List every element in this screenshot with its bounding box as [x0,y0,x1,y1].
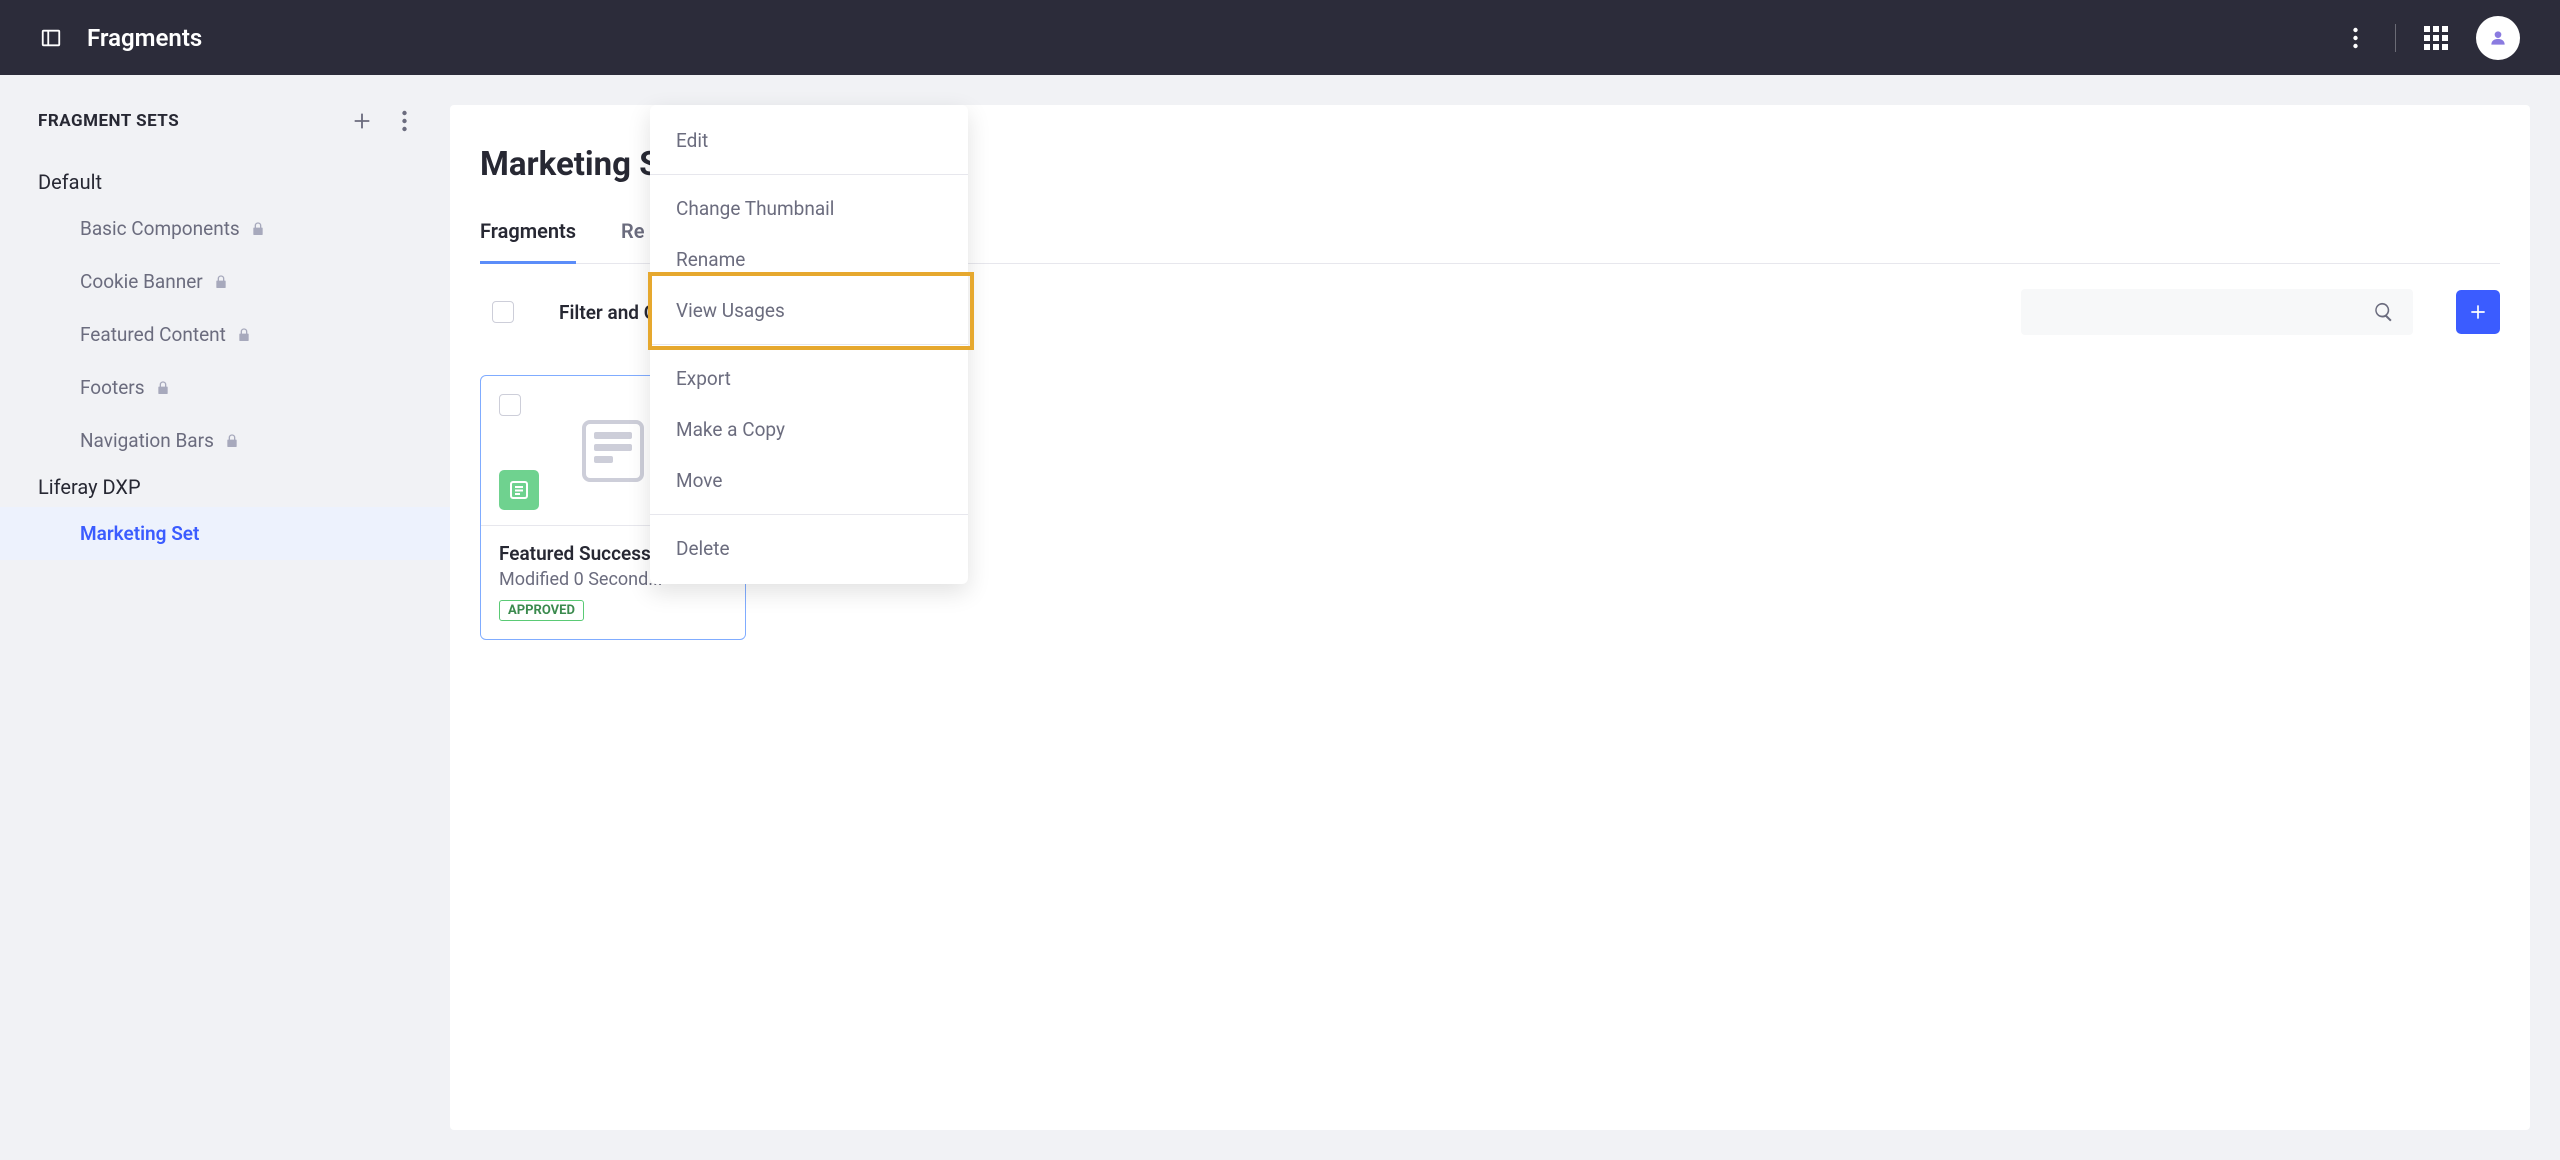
sidebar-item-basic-components[interactable]: Basic Components [0,202,450,255]
lock-icon [224,433,240,449]
tab-resources[interactable]: Re [621,219,644,264]
menu-separator [650,174,968,175]
menu-item-move[interactable]: Move [650,455,968,506]
menu-item-view-usages[interactable]: View Usages [650,285,968,336]
context-menu: Edit Change Thumbnail Rename View Usages… [650,105,968,584]
sidebar-item-navigation-bars[interactable]: Navigation Bars [0,414,450,467]
lock-icon [236,327,252,343]
document-icon [582,420,644,482]
apps-grid-icon[interactable] [2424,26,2448,50]
sidebar-item-marketing-set[interactable]: Marketing Set [0,507,450,560]
content-card: Marketing Set Fragments Re Filter and Or… [450,105,2530,1130]
sidebar-item-cookie-banner[interactable]: Cookie Banner [0,255,450,308]
menu-separator [650,514,968,515]
menu-item-change-thumbnail[interactable]: Change Thumbnail [650,183,968,234]
select-all-checkbox[interactable] [492,301,514,323]
lock-icon [250,221,266,237]
lock-icon [155,380,171,396]
search-icon [2373,301,2395,323]
menu-separator [650,344,968,345]
menu-item-export[interactable]: Export [650,353,968,404]
sidebar-title: FRAGMENT SETS [38,111,351,131]
menu-item-edit[interactable]: Edit [650,115,968,166]
top-bar: Fragments [0,0,2560,75]
sidebar-item-footers[interactable]: Footers [0,361,450,414]
header-kebab-icon[interactable] [2343,26,2367,50]
sidebar: FRAGMENT SETS Default Basic Components C… [0,75,450,1160]
menu-item-rename[interactable]: Rename [650,234,968,285]
sidebar-item-label: Basic Components [80,217,240,240]
sidebar-group-label: Liferay DXP [0,467,450,507]
sidebar-item-featured-content[interactable]: Featured Content [0,308,450,361]
sidebar-kebab-icon[interactable] [393,110,415,132]
menu-item-delete[interactable]: Delete [650,523,968,574]
panel-toggle-icon[interactable] [40,27,62,49]
add-set-button[interactable] [351,110,373,132]
lock-icon [213,274,229,290]
sidebar-item-label: Navigation Bars [80,429,214,452]
add-fragment-button[interactable] [2456,290,2500,334]
avatar[interactable] [2476,16,2520,60]
divider [2395,24,2396,52]
menu-item-make-copy[interactable]: Make a Copy [650,404,968,455]
sidebar-item-label: Footers [80,376,145,399]
sidebar-item-label: Featured Content [80,323,226,346]
sidebar-item-label: Cookie Banner [80,270,203,293]
page-title: Fragments [87,24,202,52]
sidebar-item-label: Marketing Set [80,522,199,545]
card-type-icon [499,470,539,510]
sidebar-group-label: Default [0,162,450,202]
search-input[interactable] [2021,289,2413,335]
tab-fragments[interactable]: Fragments [480,219,576,264]
status-badge: APPROVED [499,600,584,621]
card-checkbox[interactable] [499,394,521,416]
